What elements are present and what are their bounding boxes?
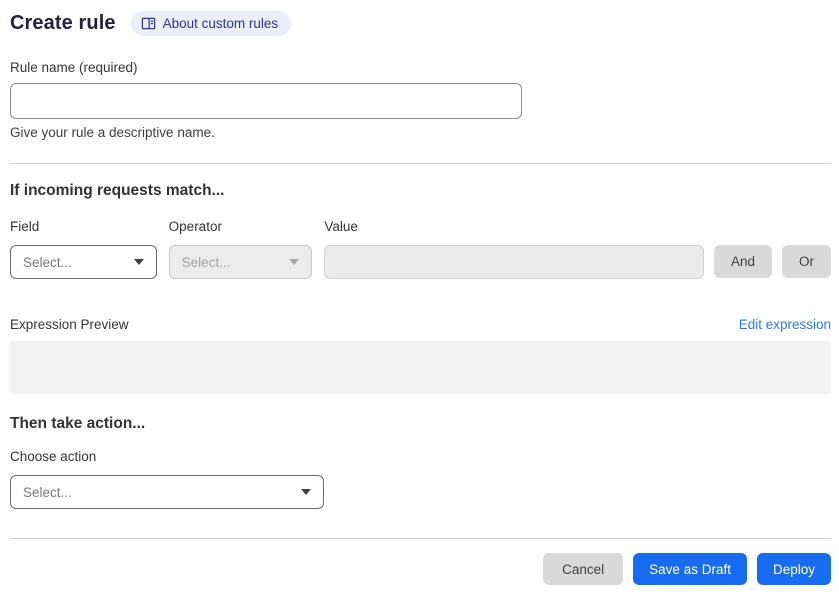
footer-buttons: Cancel Save as Draft Deploy (10, 553, 831, 585)
operator-label: Operator (168, 219, 222, 234)
condition-row: Field Select... Operator Select... Value… (10, 219, 831, 279)
value-label: Value (324, 219, 358, 234)
chevron-down-icon (133, 259, 144, 265)
expression-preview-box (10, 341, 831, 394)
create-rule-page: Create rule About custom rules Rule name… (0, 0, 839, 597)
deploy-button[interactable]: Deploy (756, 553, 831, 585)
operator-select[interactable]: Select... (168, 245, 313, 279)
operator-select-value: Select... (181, 254, 231, 270)
choose-action-select[interactable]: Select... (10, 475, 324, 509)
operator-column: Operator Select... (168, 219, 313, 279)
choose-action-label: Choose action (10, 449, 97, 464)
value-column: Value (324, 219, 704, 279)
chevron-down-icon (301, 489, 311, 495)
about-custom-rules-badge[interactable]: About custom rules (130, 11, 292, 36)
choose-action-select-value: Select... (23, 484, 72, 500)
match-section-heading: If incoming requests match... (10, 182, 225, 199)
expression-preview-row: Expression Preview Edit expression (10, 317, 831, 332)
book-icon (141, 16, 156, 31)
action-section-heading: Then take action... (10, 415, 146, 432)
rule-name-section: Rule name (required) Give your rule a de… (10, 60, 831, 140)
header: Create rule About custom rules (10, 11, 831, 36)
value-input[interactable] (324, 245, 704, 279)
footer-divider (10, 538, 831, 539)
expression-preview-label: Expression Preview (10, 317, 129, 332)
or-button[interactable]: Or (781, 245, 831, 278)
rule-name-input[interactable] (10, 83, 522, 119)
save-as-draft-button[interactable]: Save as Draft (633, 553, 747, 585)
edit-expression-link[interactable]: Edit expression (739, 317, 831, 332)
section-divider (10, 163, 831, 164)
field-label: Field (10, 219, 40, 234)
cancel-button[interactable]: Cancel (543, 553, 624, 585)
about-badge-label: About custom rules (162, 16, 279, 31)
and-button[interactable]: And (713, 245, 772, 278)
chevron-down-icon (289, 259, 300, 265)
rule-name-label: Rule name (required) (10, 60, 138, 75)
rule-name-helper: Give your rule a descriptive name. (10, 125, 215, 140)
page-title: Create rule (10, 12, 116, 34)
field-select[interactable]: Select... (10, 245, 157, 279)
field-select-value: Select... (23, 254, 72, 270)
footer: Cancel Save as Draft Deploy (10, 538, 831, 585)
field-column: Field Select... (10, 219, 157, 279)
